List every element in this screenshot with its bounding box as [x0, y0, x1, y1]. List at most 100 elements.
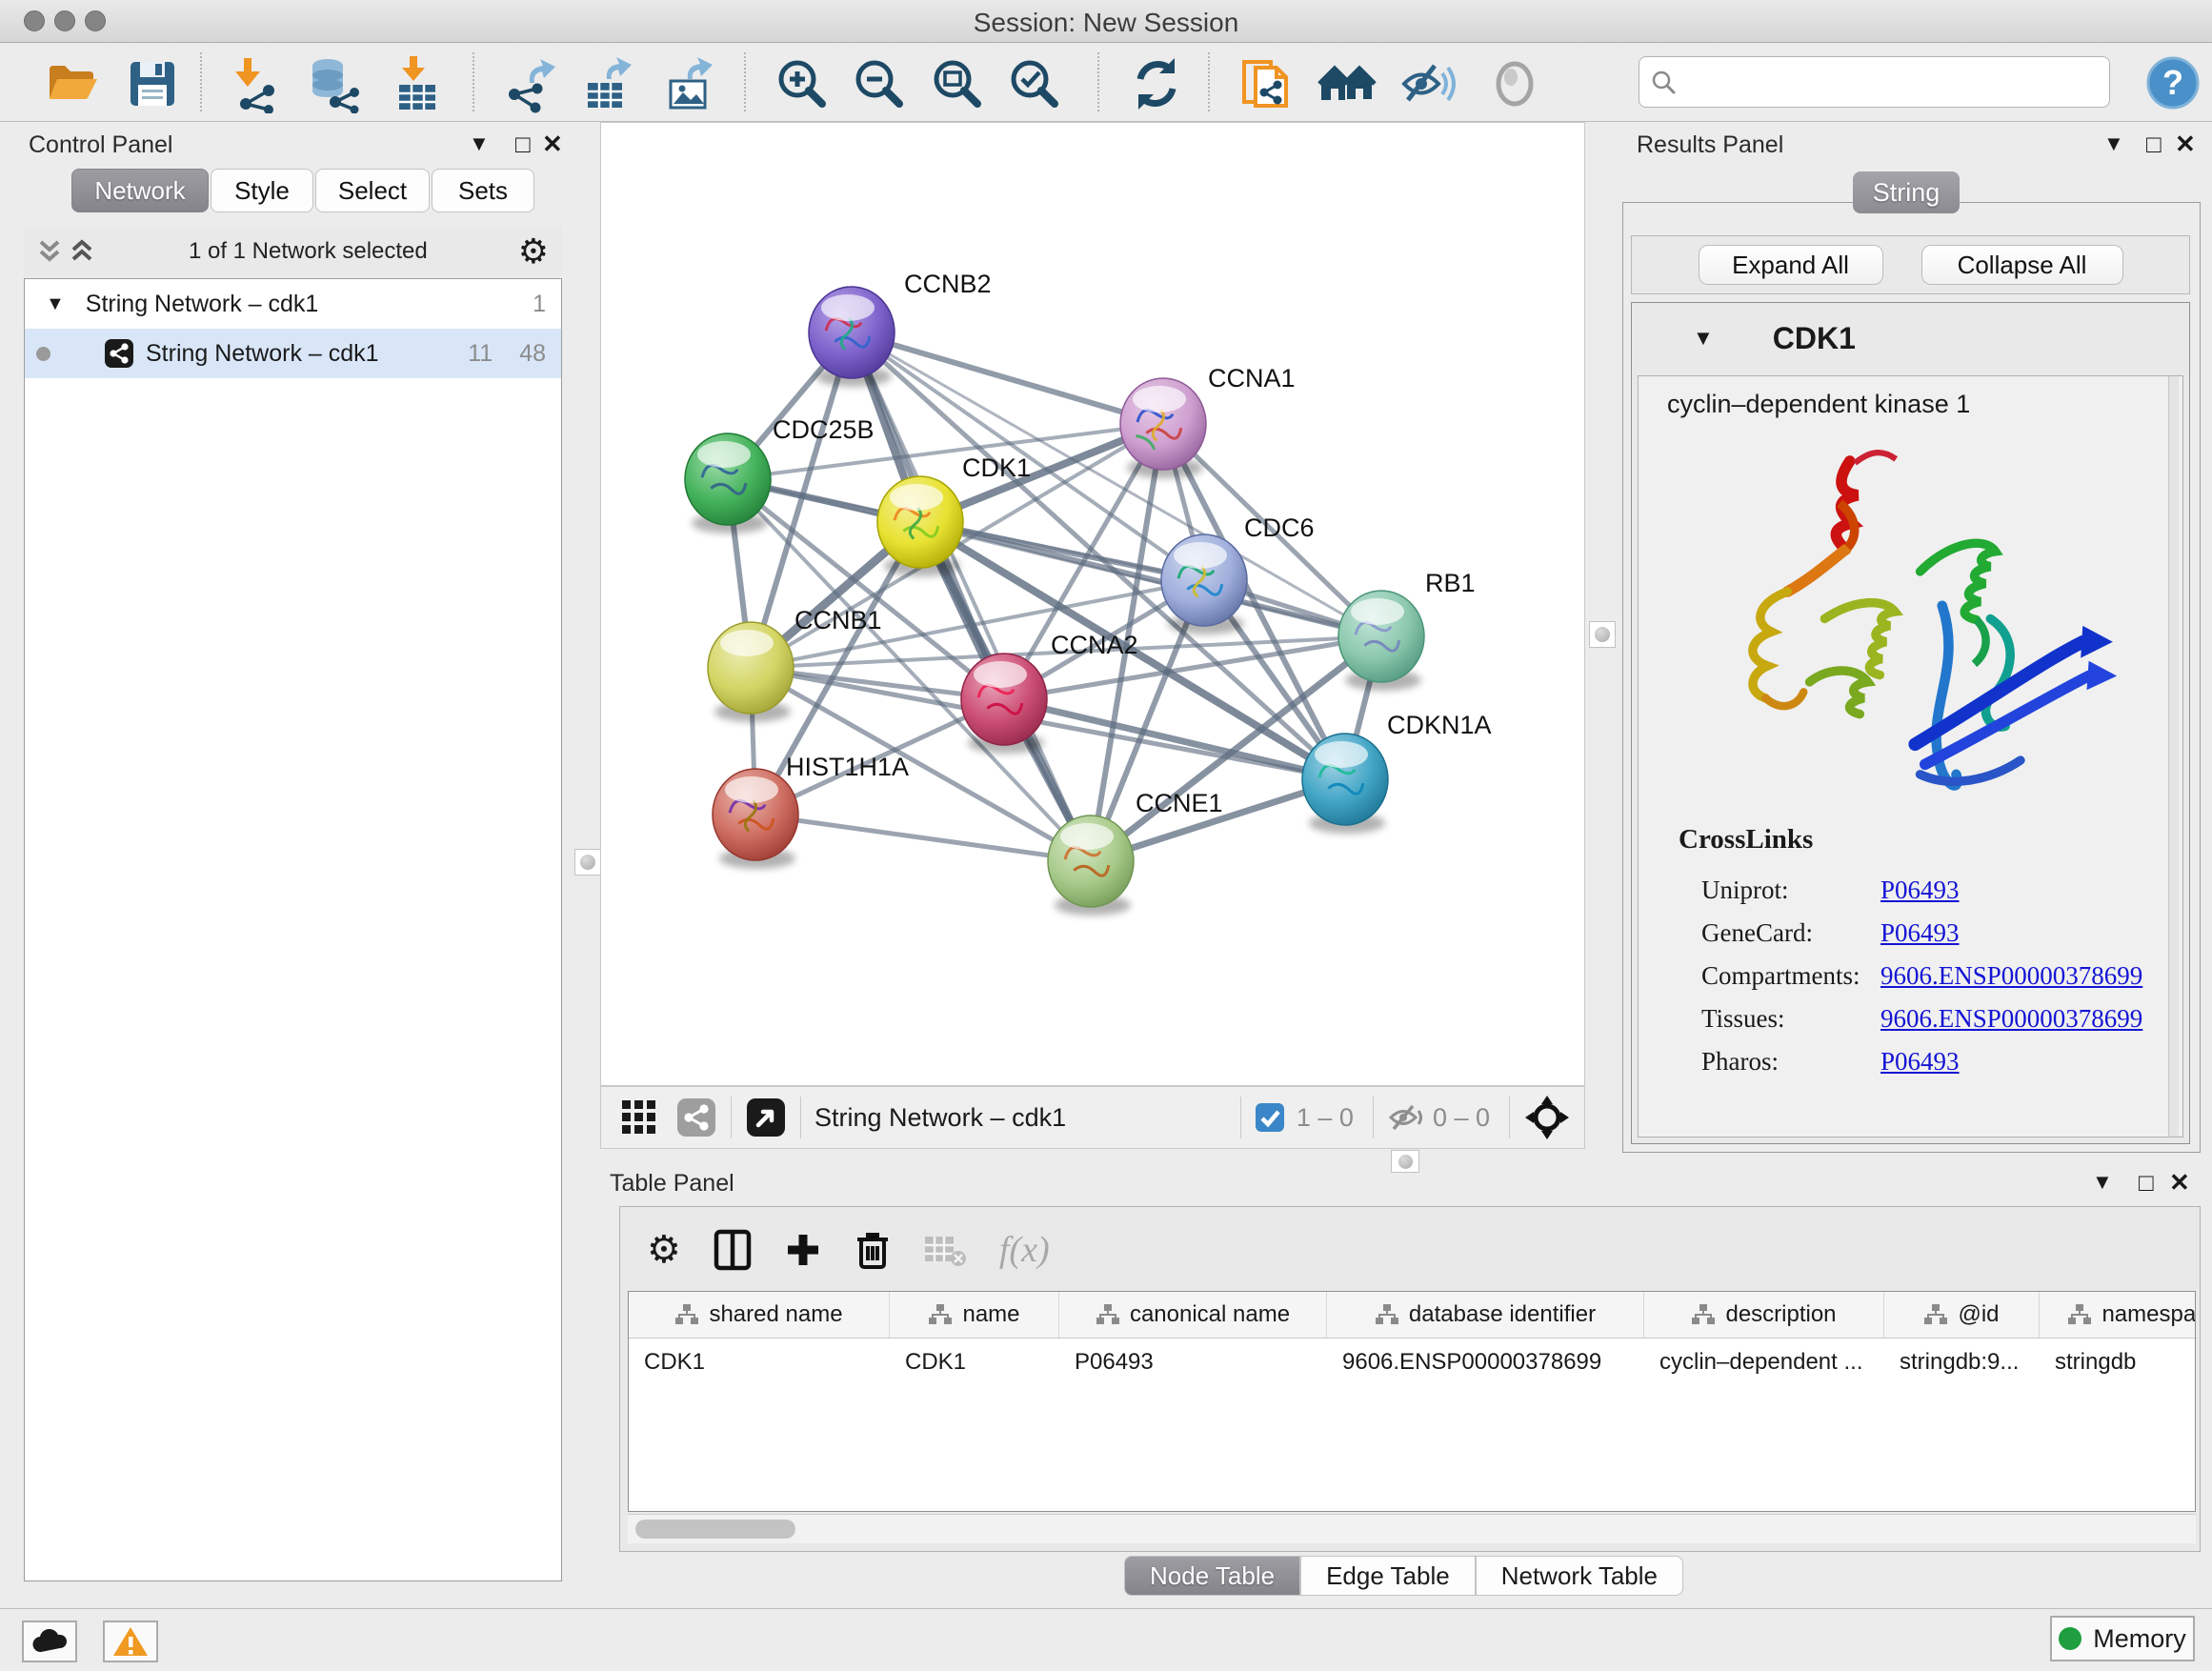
table-scrollbar-thumb[interactable]: [635, 1520, 795, 1539]
results-panel-float-icon[interactable]: □: [2146, 131, 2162, 156]
crosslink-link[interactable]: P06493: [1880, 1047, 1960, 1077]
export-image-icon[interactable]: [659, 54, 718, 113]
warning-button[interactable]: [103, 1621, 158, 1662]
crosslink-link[interactable]: 9606.ENSP00000378699: [1880, 1004, 2142, 1034]
results-panel-menu-icon[interactable]: ▼: [2103, 133, 2124, 154]
houses-icon[interactable]: [1317, 54, 1377, 113]
birdseye-view-icon[interactable]: [745, 1097, 787, 1138]
table-settings-gear-icon[interactable]: ⚙: [647, 1231, 681, 1269]
protein-section-header[interactable]: ▼ CDK1: [1632, 303, 2189, 373]
zoom-selected-icon[interactable]: [1005, 54, 1064, 113]
search-input[interactable]: [1685, 68, 2098, 96]
left-splitter-handle[interactable]: [574, 849, 601, 876]
expand-all-chevron-icon[interactable]: [66, 234, 98, 269]
table-scrollbar-track[interactable]: [628, 1514, 2196, 1543]
crosslink-link[interactable]: P06493: [1880, 876, 1960, 905]
tab-network[interactable]: Network: [71, 169, 209, 212]
node-HIST1H1A[interactable]: HIST1H1A: [713, 753, 909, 869]
network-row[interactable]: String Network – cdk1 11 48: [25, 329, 561, 378]
tab-select[interactable]: Select: [315, 169, 430, 212]
column-header-name[interactable]: name: [890, 1292, 1059, 1338]
expand-all-button[interactable]: Expand All: [1699, 245, 1883, 285]
export-table-icon[interactable]: [578, 54, 637, 113]
network-options-gear-icon[interactable]: ⚙: [518, 234, 549, 269]
zoom-in-icon[interactable]: [773, 54, 832, 113]
table-panel-menu-icon[interactable]: ▼: [2092, 1172, 2113, 1193]
collection-expander-icon[interactable]: ▼: [46, 293, 65, 315]
column-header--id[interactable]: @id: [1884, 1292, 2040, 1338]
crosslink-row: Tissues:9606.ENSP00000378699: [1701, 1004, 2155, 1034]
tab-node-table[interactable]: Node Table: [1124, 1556, 1300, 1596]
column-header-description[interactable]: description: [1644, 1292, 1884, 1338]
save-floppy-icon[interactable]: [123, 54, 182, 113]
network-type-icon: [104, 338, 134, 369]
node-CCNB2[interactable]: CCNB2: [809, 270, 992, 387]
zoom-fit-icon[interactable]: [928, 54, 987, 113]
table-columns-icon[interactable]: [714, 1229, 752, 1271]
column-header-database-identifier[interactable]: database identifier: [1327, 1292, 1644, 1338]
node-CCNE1[interactable]: CCNE1: [1048, 789, 1223, 916]
collapse-all-chevron-icon[interactable]: [33, 234, 66, 269]
table-cell[interactable]: cyclin–dependent ...: [1644, 1349, 1884, 1376]
open-folder-icon[interactable]: [42, 54, 101, 113]
crosslink-link[interactable]: 9606.ENSP00000378699: [1880, 961, 2142, 991]
network-view-toolbar: String Network – cdk1 1 – 0 0 – 0: [600, 1086, 1585, 1149]
edge-CCNB2-CCNE1[interactable]: [852, 332, 1091, 861]
table-cell[interactable]: stringdb: [2040, 1349, 2196, 1376]
memory-button[interactable]: Memory: [2050, 1616, 2195, 1661]
share-document-icon[interactable]: [1237, 54, 1296, 113]
control-panel-menu-icon[interactable]: ▼: [469, 133, 490, 154]
node-CDKN1A[interactable]: CDKN1A: [1302, 711, 1492, 834]
node-CCNA1[interactable]: CCNA1: [1120, 364, 1296, 478]
status-bar: Memory: [0, 1608, 2212, 1671]
results-panel-close-icon[interactable]: ✕: [2175, 131, 2196, 156]
eye-slash-icon[interactable]: [1398, 54, 1458, 113]
eye-icon[interactable]: [1485, 54, 1544, 113]
crosslink-link[interactable]: P06493: [1880, 918, 1960, 948]
control-panel-close-icon[interactable]: ✕: [542, 131, 563, 156]
right-splitter-handle[interactable]: [1589, 621, 1616, 648]
column-header-namespace[interactable]: namespace: [2040, 1292, 2196, 1338]
table-cell[interactable]: stringdb:9...: [1884, 1349, 2040, 1376]
bottom-splitter-handle[interactable]: [1391, 1150, 1419, 1173]
column-header-shared-name[interactable]: shared name: [629, 1292, 890, 1338]
tab-network-table[interactable]: Network Table: [1476, 1556, 1683, 1596]
fit-selected-crosshair-icon[interactable]: [1523, 1094, 1571, 1141]
network-collection-row[interactable]: ▼ String Network – cdk1 1: [25, 279, 561, 329]
edge-CCNB2-CCNA1[interactable]: [852, 332, 1163, 424]
collapse-all-button[interactable]: Collapse All: [1921, 245, 2123, 285]
table-row[interactable]: CDK1CDK1P064939606.ENSP00000378699cyclin…: [629, 1339, 2195, 1386]
delete-trash-icon[interactable]: [855, 1229, 891, 1271]
table-panel-float-icon[interactable]: □: [2139, 1170, 2154, 1195]
network-share-icon[interactable]: [675, 1097, 717, 1138]
table-cell[interactable]: CDK1: [629, 1349, 890, 1376]
tab-string[interactable]: String: [1853, 171, 1960, 213]
protein-expander-icon[interactable]: ▼: [1693, 326, 1714, 351]
edge-HIST1H1A-CCNE1[interactable]: [755, 815, 1091, 861]
table-cell[interactable]: 9606.ENSP00000378699: [1327, 1349, 1644, 1376]
import-table-icon[interactable]: [388, 54, 447, 113]
node-RB1[interactable]: RB1: [1338, 569, 1476, 691]
table-panel-close-icon[interactable]: ✕: [2169, 1170, 2190, 1195]
export-network-icon[interactable]: [501, 54, 560, 113]
table-cell[interactable]: P06493: [1059, 1349, 1327, 1376]
import-database-icon[interactable]: [303, 54, 362, 113]
tab-edge-table[interactable]: Edge Table: [1300, 1556, 1476, 1596]
tab-sets[interactable]: Sets: [432, 169, 534, 212]
column-header-canonical-name[interactable]: canonical name: [1059, 1292, 1327, 1338]
help-icon[interactable]: ?: [2146, 56, 2200, 110]
memory-label: Memory: [2093, 1624, 2186, 1654]
zoom-out-icon[interactable]: [850, 54, 909, 113]
table-cell[interactable]: CDK1: [890, 1349, 1059, 1376]
tab-style[interactable]: Style: [211, 169, 313, 212]
grid-view-icon[interactable]: [618, 1097, 660, 1138]
results-scrollbar[interactable]: [2168, 376, 2179, 1137]
search-field[interactable]: [1639, 56, 2110, 108]
add-column-plus-icon[interactable]: [784, 1231, 822, 1269]
import-network-icon[interactable]: [225, 54, 284, 113]
network-canvas[interactable]: CCNB2CCNA1CDC25BCDK1CDC6RB1CCNB1CCNA2CDK…: [600, 122, 1585, 1086]
control-panel-float-icon[interactable]: □: [515, 131, 531, 156]
selected-checkbox-icon[interactable]: [1255, 1102, 1285, 1133]
refresh-icon[interactable]: [1127, 54, 1186, 113]
cloud-button[interactable]: [22, 1621, 77, 1662]
